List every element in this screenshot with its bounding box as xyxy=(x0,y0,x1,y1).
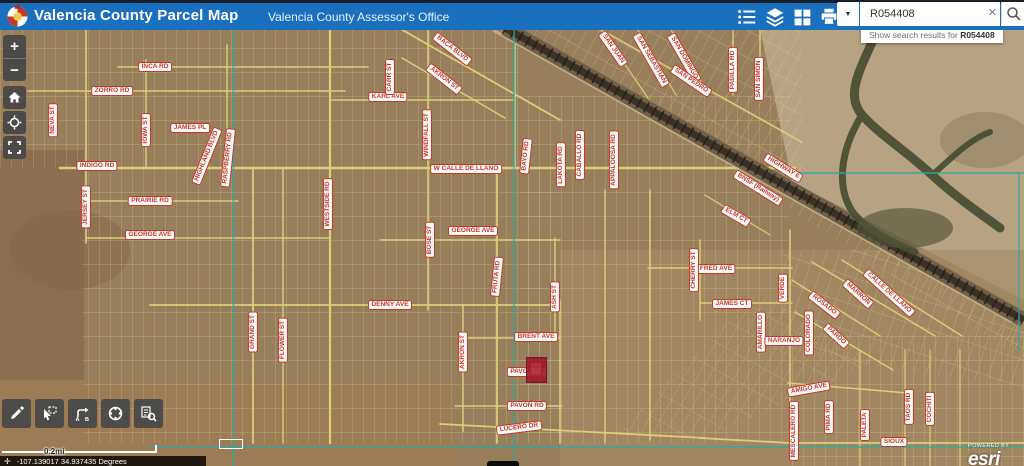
pencil-icon xyxy=(8,405,25,422)
draw-palette-icon xyxy=(107,405,124,422)
legend-icon xyxy=(736,6,758,28)
zoom-out-button[interactable]: − xyxy=(3,59,26,82)
query-tool-button[interactable] xyxy=(134,399,163,428)
home-icon xyxy=(7,90,22,105)
suggestion-prefix: Show search results for xyxy=(869,30,960,40)
home-button[interactable] xyxy=(3,86,26,109)
zoom-control-group: + − xyxy=(3,35,26,81)
locate-icon xyxy=(7,115,22,130)
layers-icon[interactable] xyxy=(763,5,787,29)
selected-parcel-marker[interactable] xyxy=(526,357,547,383)
selected-parcel-fill xyxy=(531,363,541,374)
page-title: Valencia County Parcel Map xyxy=(34,7,238,24)
select-tool-button[interactable] xyxy=(35,399,64,428)
suggestion-term: R054408 xyxy=(960,30,995,40)
default-extent-button[interactable] xyxy=(3,136,26,159)
locate-button[interactable] xyxy=(3,111,26,134)
crosshair-icon[interactable]: ✛ xyxy=(4,457,11,466)
legend-icon[interactable] xyxy=(735,5,759,29)
directions-tool-button[interactable]: A B xyxy=(68,399,97,428)
search-icon xyxy=(1005,5,1023,23)
basemap-icon[interactable] xyxy=(790,5,814,29)
svg-text:B: B xyxy=(85,417,89,422)
map-canvas[interactable] xyxy=(0,0,1024,466)
basemap-icon xyxy=(792,7,813,28)
draw-tool-button[interactable] xyxy=(101,399,130,428)
search-input[interactable] xyxy=(868,7,984,21)
directions-a-b-icon: A B xyxy=(74,405,91,422)
attribution-popup-edge[interactable] xyxy=(487,461,519,466)
search-source-dropdown[interactable]: ▼ xyxy=(837,2,859,26)
clear-search-icon[interactable]: ✕ xyxy=(988,6,997,19)
map-basemap xyxy=(0,0,1024,466)
search-box: ✕ xyxy=(860,2,1000,26)
river-wash xyxy=(857,208,953,248)
search-submit-button[interactable] xyxy=(1001,2,1024,26)
layers-icon xyxy=(764,6,786,28)
app-window: INCA RDZORRO RDKARL AVEBACA BLVDAKRON ST… xyxy=(0,0,1024,466)
coordinate-readout: -107.139017 34.937435 Degrees xyxy=(17,457,127,466)
highlighted-parcel-outline xyxy=(219,439,243,449)
county-seal-logo xyxy=(6,5,29,28)
measure-tool-button[interactable] xyxy=(2,399,31,428)
page-subtitle: Valencia County Assessor's Office xyxy=(268,10,449,24)
fullscreen-extent-icon xyxy=(7,140,22,155)
coordinate-bar: ✛ -107.139017 34.937435 Degrees xyxy=(0,456,206,466)
query-search-icon xyxy=(140,405,157,422)
svg-text:A: A xyxy=(76,417,80,422)
zoom-in-button[interactable]: + xyxy=(3,35,26,59)
search-group: ▼ ✕ xyxy=(837,2,1024,26)
select-cursor-icon xyxy=(41,405,58,422)
